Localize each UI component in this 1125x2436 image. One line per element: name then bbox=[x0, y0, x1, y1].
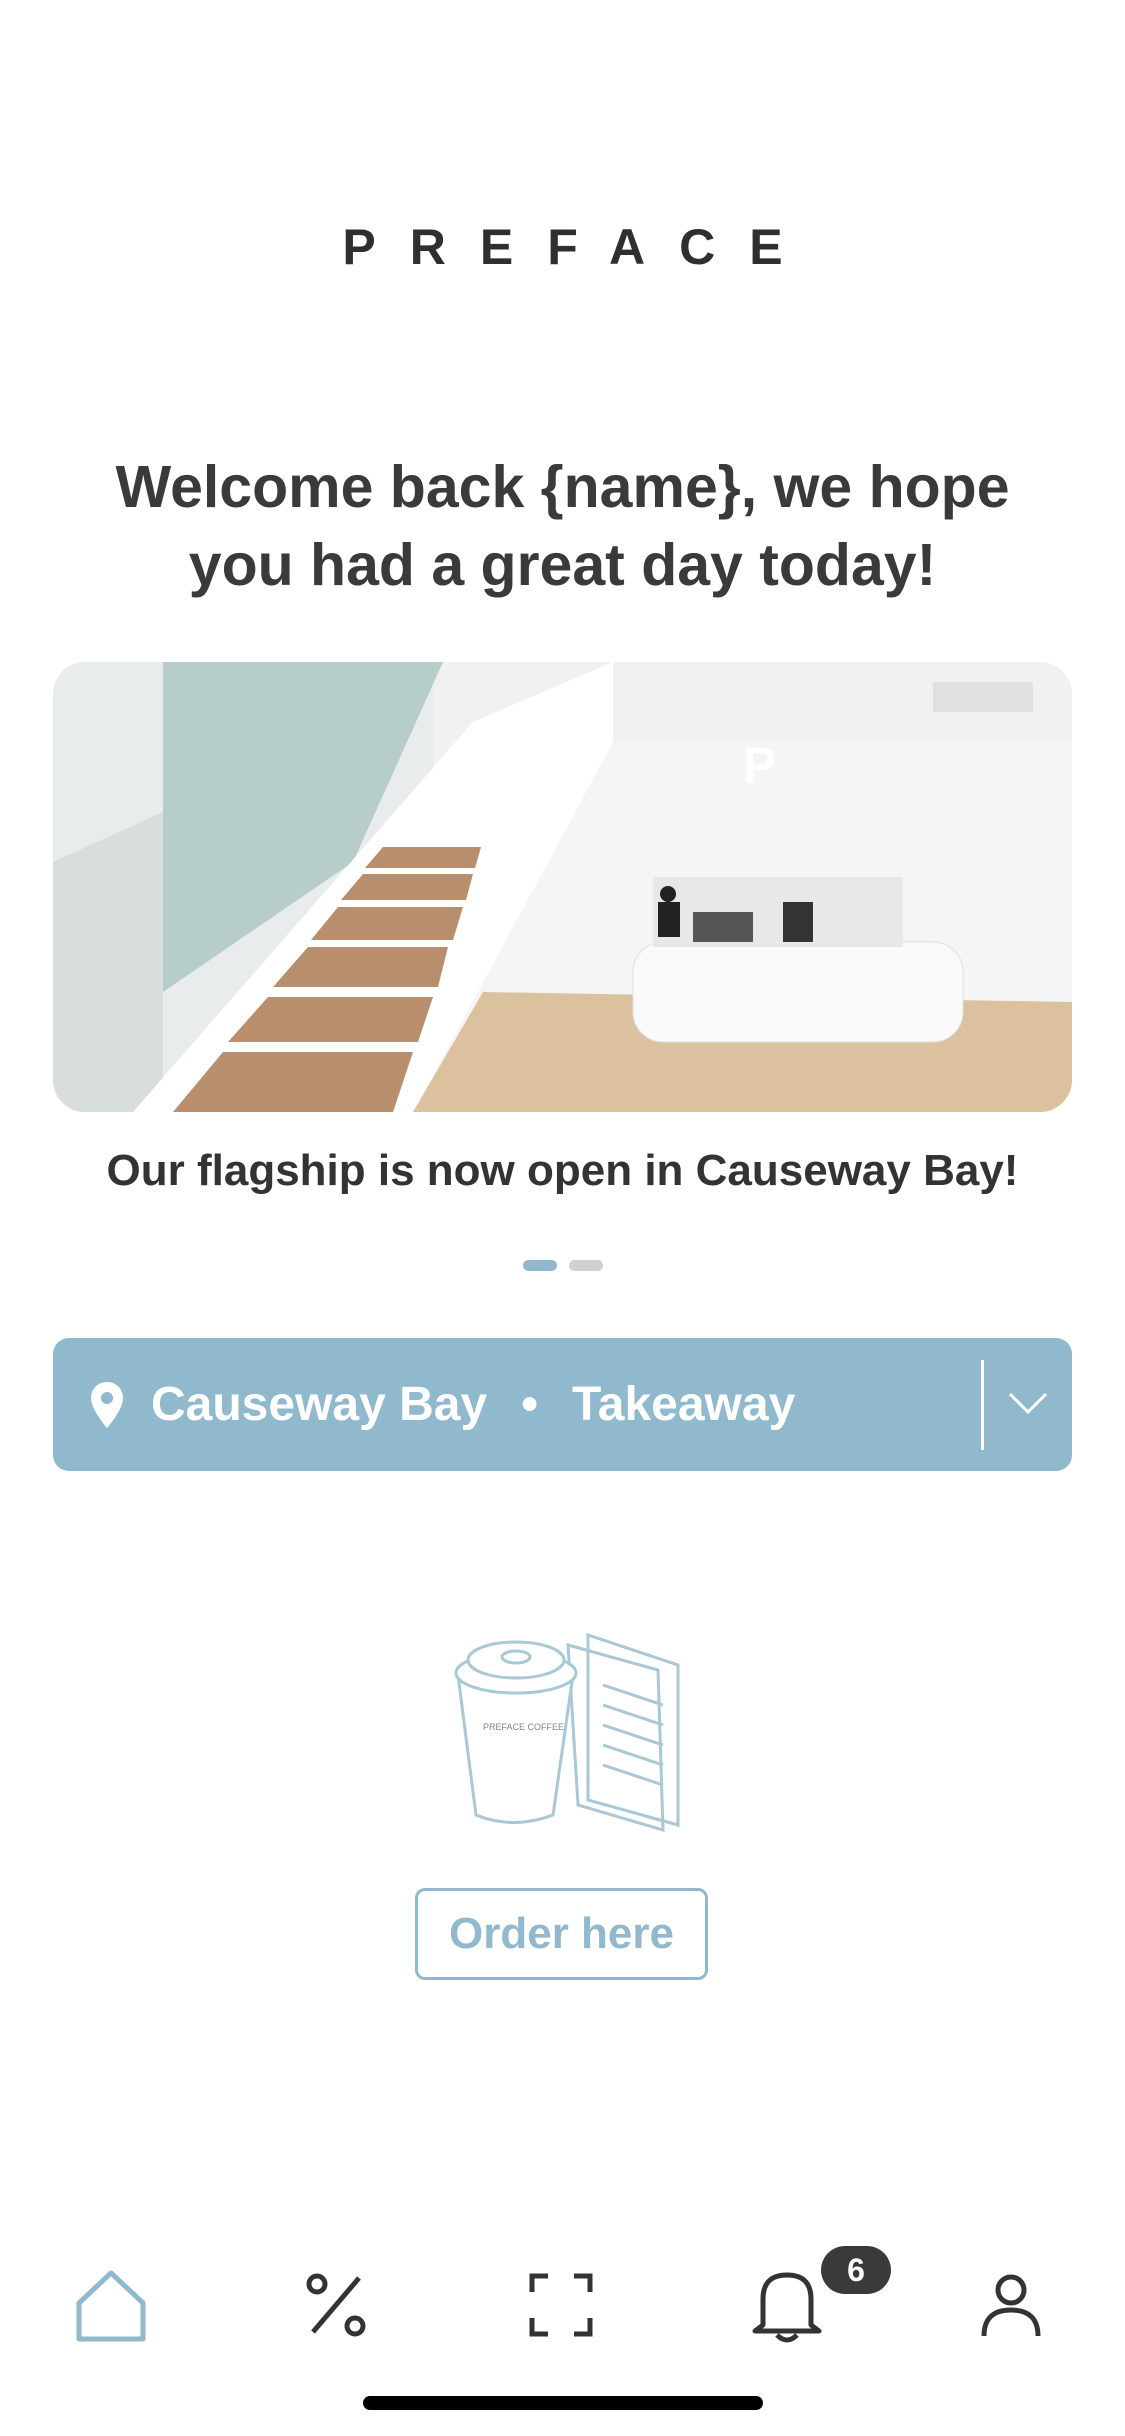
brand-logo: PREFACE bbox=[342, 219, 817, 275]
bell-icon bbox=[752, 2272, 822, 2343]
location-selector[interactable]: Causeway Bay • Takeaway bbox=[53, 1338, 1072, 1471]
order-mode: Takeaway bbox=[572, 1378, 796, 1431]
tab-scan[interactable] bbox=[516, 2260, 606, 2350]
welcome-message: Welcome back {name}, we hope you had a g… bbox=[115, 454, 1010, 598]
location-pin-icon bbox=[91, 1381, 123, 1428]
coffee-cup-menu-illustration: PREFACE COFFEE bbox=[454, 1632, 680, 1833]
svg-text:P: P bbox=[743, 737, 776, 793]
carousel-dot-active[interactable] bbox=[522, 1260, 557, 1271]
banner-caption: Our flagship is now open in Causeway Bay… bbox=[106, 1146, 1019, 1195]
order-here-button[interactable]: Order here bbox=[415, 1888, 708, 1980]
chevron-down-icon[interactable] bbox=[1006, 1386, 1050, 1422]
banner-image: P bbox=[53, 662, 1072, 1112]
svg-text:PREFACE COFFEE: PREFACE COFFEE bbox=[483, 1722, 564, 1732]
tab-profile[interactable] bbox=[966, 2260, 1056, 2350]
tab-home[interactable] bbox=[66, 2260, 156, 2350]
percent-icon bbox=[306, 2273, 366, 2337]
carousel-dot[interactable] bbox=[568, 1260, 603, 1271]
promo-banner[interactable]: P bbox=[53, 662, 1072, 1112]
bottom-tab-bar bbox=[0, 2240, 1125, 2360]
user-icon bbox=[981, 2274, 1041, 2337]
carousel-indicator[interactable] bbox=[0, 1260, 1125, 1271]
tab-offers[interactable] bbox=[291, 2260, 381, 2350]
notification-badge: 6 bbox=[821, 2246, 891, 2294]
location-separator: • bbox=[521, 1378, 538, 1431]
home-icon bbox=[76, 2270, 146, 2342]
home-indicator[interactable] bbox=[363, 2396, 763, 2410]
location-name: Causeway Bay bbox=[151, 1378, 488, 1431]
tab-notifications[interactable] bbox=[742, 2260, 832, 2350]
scan-icon bbox=[529, 2273, 593, 2337]
dropdown-divider bbox=[981, 1360, 984, 1450]
